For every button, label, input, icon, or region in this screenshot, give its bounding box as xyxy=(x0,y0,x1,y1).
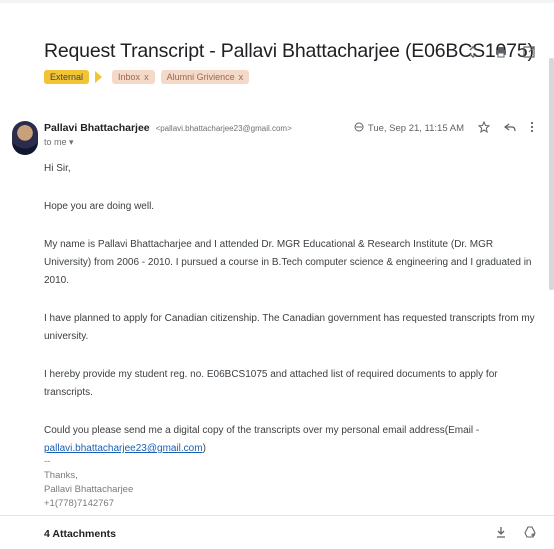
new-window-icon[interactable] xyxy=(522,44,536,60)
email-body: Hi Sir, Hope you are doing well. My name… xyxy=(44,160,536,478)
message-date: Tue, Sep 21, 11:15 AM xyxy=(367,123,464,134)
download-icon[interactable] xyxy=(496,526,506,541)
message-date-group: Tue, Sep 21, 11:15 AM xyxy=(354,122,464,135)
body-paragraph-2: My name is Pallavi Bhattacharjee and I a… xyxy=(44,239,532,286)
signature-separator: -- xyxy=(44,456,51,467)
sender-email: <pallavi.bhattacharjee23@gmail.com> xyxy=(155,124,292,133)
label-inbox-remove[interactable]: x xyxy=(144,72,149,82)
body-p5-prefix: Could you please send me a digital copy … xyxy=(44,425,480,436)
body-p5-suffix: ) xyxy=(202,443,206,454)
signature: -- Thanks, Pallavi Bhattacharjee +1(778)… xyxy=(44,455,133,511)
avatar[interactable] xyxy=(12,121,38,155)
header-actions xyxy=(466,44,536,60)
label-alumni[interactable]: Alumni Grivience x xyxy=(160,70,250,84)
attachments-label: 4 Attachments xyxy=(44,528,116,540)
email-subject: Request Transcript - Pallavi Bhattacharj… xyxy=(44,40,534,62)
email-link[interactable]: pallavi.bhattacharjee23@gmail.com xyxy=(44,443,203,454)
label-inbox[interactable]: Inbox x xyxy=(112,70,155,84)
sender-name[interactable]: Pallavi Bhattacharjee xyxy=(44,122,150,134)
signature-phone: +1(778)7142767 xyxy=(44,498,114,509)
body-paragraph-4: I hereby provide my student reg. no. E06… xyxy=(44,369,498,398)
label-inbox-text: Inbox xyxy=(118,72,141,82)
label-alumni-remove[interactable]: x xyxy=(239,72,244,82)
printer-icon[interactable] xyxy=(494,44,508,60)
add-to-drive-icon[interactable] xyxy=(524,526,536,541)
scrollbar[interactable] xyxy=(549,58,554,290)
label-row: External Inbox x Alumni Grivience x xyxy=(44,70,250,84)
body-paragraph-5: Could you please send me a digital copy … xyxy=(44,422,536,458)
attachments-divider xyxy=(0,515,554,516)
message-meta: Tue, Sep 21, 11:15 AM xyxy=(354,120,534,136)
window-top-edge xyxy=(0,0,554,3)
more-vert-icon[interactable] xyxy=(530,121,534,136)
up-down-arrows-icon[interactable] xyxy=(466,44,480,60)
sender-line: Pallavi Bhattacharjee <pallavi.bhattacha… xyxy=(44,122,292,134)
attachment-indicator-icon xyxy=(354,122,364,135)
recipients-toggle[interactable]: to me ▾ xyxy=(44,137,74,148)
body-paragraph-3: I have planned to apply for Canadian cit… xyxy=(44,313,535,342)
label-external: External xyxy=(44,70,90,84)
body-paragraph-1: Hope you are doing well. xyxy=(44,201,155,212)
signature-name: Pallavi Bhattacharjee xyxy=(44,484,134,495)
signature-thanks: Thanks, xyxy=(44,470,78,481)
importance-marker-icon[interactable] xyxy=(95,71,103,83)
body-greeting: Hi Sir, xyxy=(44,163,71,174)
label-alumni-text: Alumni Grivience xyxy=(166,72,235,82)
reply-icon[interactable] xyxy=(504,121,516,136)
attachment-actions xyxy=(496,526,536,541)
star-icon[interactable] xyxy=(477,120,491,136)
